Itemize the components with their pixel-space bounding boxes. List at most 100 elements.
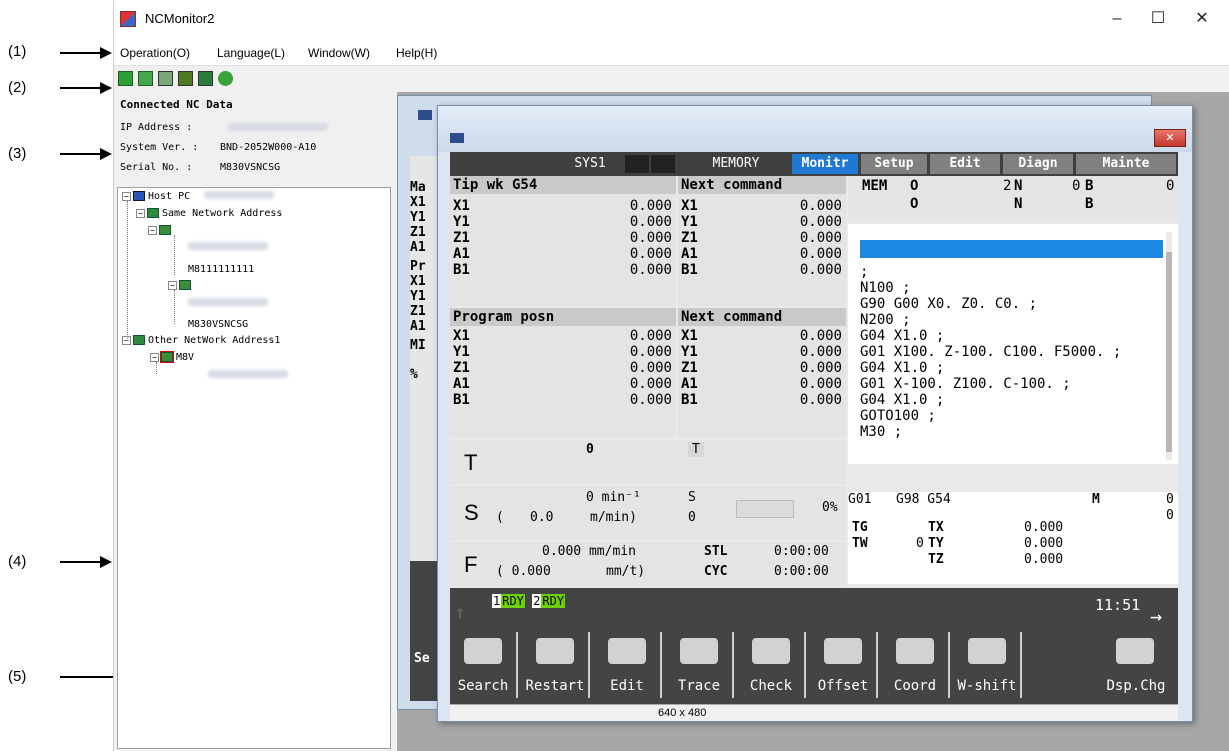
program-scrollbar[interactable] <box>1166 232 1172 460</box>
tree-same-network[interactable]: − Same Network Address <box>136 208 282 219</box>
callout-4: (4) <box>8 553 27 570</box>
tree-nc2-ip <box>188 298 268 309</box>
tree-guide <box>156 362 157 374</box>
front-title-bar[interactable]: ✕ <box>438 106 1192 152</box>
modal-tg: TG <box>852 520 868 535</box>
tab-diagn[interactable]: Diagn <box>1003 154 1073 174</box>
connected-nc-data: Connected NC Data IP Address : System Ve… <box>120 98 390 177</box>
tree-nc-node-1[interactable]: − <box>148 225 174 236</box>
title-bar[interactable]: NCMonitor2 – ☐ ✕ <box>114 0 1229 38</box>
tab-setup[interactable]: Setup <box>861 154 927 174</box>
softkey-edit[interactable]: Edit <box>594 632 662 698</box>
next-command-header-2: Next command <box>678 308 846 326</box>
softkey-check[interactable]: Check <box>738 632 806 698</box>
mem-label: MEM <box>862 178 888 194</box>
program-line: G04 X1.0 ; <box>860 328 945 344</box>
display-change-icon <box>1116 638 1154 664</box>
edit-icon[interactable] <box>178 71 193 86</box>
tree-other-net-label: Other NetWork Address1 <box>148 335 281 346</box>
back-label: Se <box>414 651 430 666</box>
minimize-button[interactable]: – <box>1097 6 1137 32</box>
next-page-arrow-icon[interactable]: → <box>1150 604 1162 628</box>
modal-ty-value: 0.000 <box>1024 536 1064 551</box>
program-listing[interactable]: ; N100 ; G90 G00 X0. Z0. C0. ; N200 ; G0… <box>848 224 1178 464</box>
info-header: Connected NC Data <box>120 98 233 111</box>
softkey-restart[interactable]: Restart <box>522 632 590 698</box>
connection-tree[interactable]: − Host PC − Same Network Address − M811111… <box>117 187 391 749</box>
spindle-rpm: 0 min⁻¹ <box>586 490 641 505</box>
offset-icon <box>824 638 862 664</box>
tree-nc1-name[interactable]: M8111111111 <box>188 264 254 275</box>
network-icon <box>147 208 159 218</box>
feed-unit: mm/t) <box>606 564 646 579</box>
collapse-icon[interactable]: − <box>150 352 159 362</box>
connect-all-icon[interactable] <box>138 71 153 86</box>
nc-icon <box>159 225 171 235</box>
menu-window[interactable]: Window(W) <box>308 46 370 60</box>
coord-icon <box>896 638 934 664</box>
network-settings-icon[interactable] <box>198 71 213 86</box>
next-command-header: Next command <box>678 176 846 194</box>
tree-host-pc[interactable]: − Host PC <box>122 191 275 202</box>
callout-3: (3) <box>8 145 27 162</box>
program-line: M30 ; <box>860 424 903 440</box>
axis-row: X1 0.000 <box>453 328 672 344</box>
menu-language[interactable]: Language(L) <box>217 46 285 60</box>
scroll-thumb[interactable] <box>1166 252 1172 452</box>
axis-row: X1 0.000 <box>453 198 672 214</box>
softkey-search[interactable]: Search <box>450 632 518 698</box>
softkey-w-shift[interactable]: W-shift <box>954 632 1022 698</box>
menu-help[interactable]: Help(H) <box>396 46 437 60</box>
tab-edit[interactable]: Edit <box>930 154 1000 174</box>
maximize-button[interactable]: ☐ <box>1138 6 1178 32</box>
tool-value: 0 <box>586 442 594 457</box>
tree-nc3-ip <box>208 370 288 381</box>
up-arrow-icon[interactable]: ↑ <box>454 600 466 624</box>
tree-nc3-label: M8V <box>176 352 195 363</box>
rdy-2: RDY <box>541 594 566 608</box>
axis-row: A1 0.000 <box>453 376 672 392</box>
collapse-icon[interactable]: − <box>122 191 131 201</box>
rdy-1-number: 1 <box>492 594 502 608</box>
status-cell <box>651 155 675 173</box>
tree-nc2-name[interactable]: M830VSNCSG <box>188 319 248 330</box>
nc-window-front[interactable]: ✕ SYS1 MEMORY Monitr Setup Edit Diagn Ma… <box>437 105 1193 722</box>
axis-row: A1 0.000 <box>681 246 842 262</box>
collapse-icon[interactable]: − <box>148 225 157 235</box>
tab-mainte[interactable]: Mainte <box>1076 154 1176 174</box>
tree-guide <box>174 235 175 275</box>
collapse-icon[interactable]: − <box>136 208 145 218</box>
refresh-icon[interactable] <box>218 71 233 86</box>
program-line: N100 ; <box>860 280 911 296</box>
tree-nc-node-2[interactable]: − <box>168 280 194 291</box>
tree-other-network[interactable]: − Other NetWork Address1 <box>122 335 280 346</box>
connect-icon[interactable] <box>118 71 133 86</box>
program-line: N200 ; <box>860 312 911 328</box>
serial-row: Serial No. : M830VSNCSG <box>120 157 390 177</box>
feed-rate: 0.000 mm/min <box>542 544 636 559</box>
modal-g1: G01 <box>848 492 872 507</box>
softkey-dsp-chg[interactable]: Dsp.Chg <box>1102 632 1170 698</box>
menu-operation[interactable]: Operation(O) <box>120 46 190 60</box>
mem-pre-b-value: 0 <box>1072 178 1081 194</box>
softkey-offset[interactable]: Offset <box>810 632 878 698</box>
ip-label: IP Address : <box>120 121 193 133</box>
close-icon[interactable]: ✕ <box>1154 129 1186 147</box>
tool-label: T <box>464 450 478 475</box>
sysver-label: System Ver. : <box>120 141 199 153</box>
collapse-icon[interactable]: − <box>168 280 177 290</box>
modal-m1: 0 <box>1166 492 1174 507</box>
callout-5: (5) <box>8 668 27 685</box>
app-icon <box>120 11 136 27</box>
close-button[interactable]: ✕ <box>1182 6 1222 32</box>
disconnect-icon[interactable] <box>158 71 173 86</box>
axis-row: B1 0.000 <box>453 392 672 408</box>
softkey-trace[interactable]: Trace <box>666 632 734 698</box>
mem-n-value: 2 <box>1003 178 1012 194</box>
callout-4-line <box>60 561 100 563</box>
axis-row: Y1 0.000 <box>681 214 842 230</box>
mem-b-value: 0 <box>1166 178 1175 194</box>
softkey-coord[interactable]: Coord <box>882 632 950 698</box>
tab-monitor[interactable]: Monitr <box>792 154 858 174</box>
w-shift-icon <box>968 638 1006 664</box>
